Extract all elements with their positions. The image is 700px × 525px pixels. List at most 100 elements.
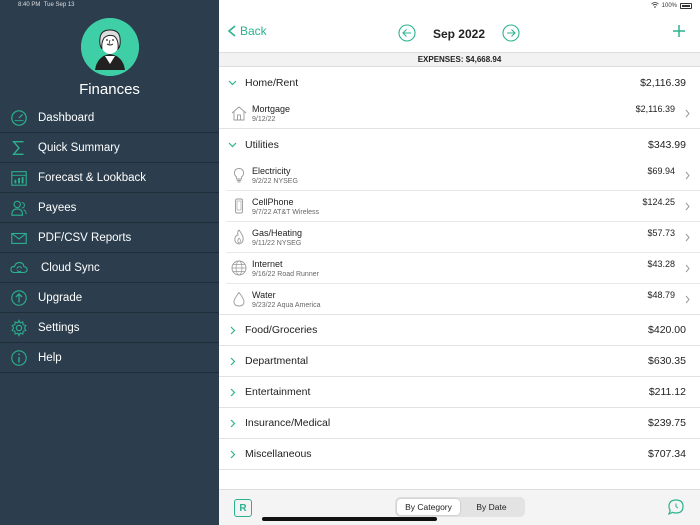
item-name: Internet <box>252 258 283 269</box>
category-amount: $239.75 <box>648 417 686 429</box>
home-indicator <box>262 517 437 521</box>
arrow-left-circle-icon <box>398 24 416 42</box>
sidebar-item-label: PDF/CSV Reports <box>38 231 132 244</box>
item-text: Water 9/23/22 Aqua America <box>252 290 647 309</box>
view-segmented-control: By Category By Date <box>395 497 525 517</box>
item-detail: 9/16/22 Road Runner <box>252 270 319 278</box>
avatar <box>81 18 139 76</box>
month-title: Sep 2022 <box>432 27 486 41</box>
category-miscellaneous[interactable]: Miscellaneous $707.34 <box>219 439 700 470</box>
category-departmental[interactable]: Departmental $630.35 <box>219 346 700 377</box>
sidebar-item-payees[interactable]: Payees <box>0 193 219 223</box>
category-amount: $2,116.39 <box>640 76 686 89</box>
item-amount: $43.28 <box>647 259 675 269</box>
chevron-down-icon <box>219 140 245 149</box>
item-amount: $57.73 <box>647 228 675 238</box>
sidebar-item-upgrade[interactable]: Upgrade <box>0 283 219 313</box>
washington-portrait-icon <box>81 18 139 76</box>
people-icon <box>0 193 38 223</box>
sidebar-item-label: Payees <box>38 201 77 214</box>
expense-item-gas-heating[interactable]: Gas/Heating 9/11/22 NYSEG $57.73 <box>226 222 700 253</box>
battery-icon <box>680 3 692 9</box>
main-panel: Back Sep 2022 EXPENSES: $4,668.94 Home/R… <box>219 0 700 525</box>
sidebar-item-reports[interactable]: PDF/CSV Reports <box>0 223 219 253</box>
chevron-right-icon <box>681 233 693 242</box>
chat-icon[interactable] <box>667 498 685 516</box>
category-amount: $211.12 <box>648 386 686 398</box>
wifi-icon <box>650 2 659 10</box>
back-button[interactable]: Back <box>227 24 267 38</box>
status-bar: 8:40 PM Tue Sep 13 100% <box>0 0 700 12</box>
item-text: Internet 9/16/22 Road Runner <box>252 259 647 278</box>
expense-item-internet[interactable]: Internet 9/16/22 Road Runner $43.28 <box>226 253 700 284</box>
category-amount: $420.00 <box>648 324 686 336</box>
category-name: Home/Rent <box>245 76 299 89</box>
previous-month-button[interactable] <box>398 24 416 42</box>
sidebar-item-label: Quick Summary <box>38 141 120 154</box>
item-text: Mortgage 9/12/22 <box>252 104 636 123</box>
category-name: Miscellaneous <box>245 448 312 460</box>
sidebar-item-settings[interactable]: Settings <box>0 313 219 343</box>
chevron-right-icon <box>681 171 693 180</box>
chevron-right-icon <box>219 450 245 459</box>
sidebar-item-forecast[interactable]: Forecast & Lookback <box>0 163 219 193</box>
chevron-right-icon <box>219 388 245 397</box>
chevron-right-icon <box>219 419 245 428</box>
category-home-rent[interactable]: Home/Rent $2,116.39 <box>219 67 700 98</box>
house-icon <box>226 105 252 121</box>
category-food-groceries[interactable]: Food/Groceries $420.00 <box>219 315 700 346</box>
sidebar-item-quick-summary[interactable]: Quick Summary <box>0 133 219 163</box>
expense-item-water[interactable]: Water 9/23/22 Aqua America $48.79 <box>219 284 700 315</box>
sidebar-item-label: Upgrade <box>38 291 83 304</box>
expense-list: Home/Rent $2,116.39 Mortgage 9/12/22 $2,… <box>219 67 700 470</box>
app-root: 8:40 PM Tue Sep 13 100% Finances Dashboa… <box>0 0 700 525</box>
expense-item-cellphone[interactable]: CellPhone 9/7/22 AT&T Wireless $124.25 <box>226 191 700 222</box>
expense-item-electricity[interactable]: Electricity 9/2/22 NYSEG $69.94 <box>226 160 700 191</box>
chevron-left-icon <box>227 25 236 37</box>
segment-by-date[interactable]: By Date <box>460 499 523 515</box>
sidebar-item-label: Help <box>38 351 62 364</box>
chevron-right-icon <box>219 357 245 366</box>
recurring-button[interactable]: R <box>234 499 252 517</box>
chevron-down-icon <box>219 78 245 87</box>
arrow-up-circle-icon <box>0 283 38 313</box>
sidebar-item-dashboard[interactable]: Dashboard <box>0 103 219 133</box>
category-insurance-medical[interactable]: Insurance/Medical $239.75 <box>219 408 700 439</box>
sidebar-item-help[interactable]: Help <box>0 343 219 373</box>
lightbulb-icon <box>226 167 252 183</box>
battery-percent: 100% <box>661 3 677 9</box>
category-entertainment[interactable]: Entertainment $211.12 <box>219 377 700 408</box>
item-detail: 9/2/22 NYSEG <box>252 177 298 185</box>
item-amount: $48.79 <box>647 290 675 300</box>
cloud-sync-icon <box>0 253 38 283</box>
sidebar-item-label: Cloud Sync <box>41 261 100 274</box>
item-text: Electricity 9/2/22 NYSEG <box>252 166 647 185</box>
item-name: Mortgage <box>252 103 291 114</box>
item-amount: $124.25 <box>642 197 675 207</box>
category-amount: $343.99 <box>648 138 686 151</box>
chevron-right-icon <box>681 264 693 273</box>
globe-icon <box>226 260 252 276</box>
sigma-icon <box>0 133 38 163</box>
expenses-total: EXPENSES: $4,668.94 <box>219 52 700 67</box>
back-label: Back <box>240 24 267 38</box>
chevron-right-icon <box>681 295 693 304</box>
item-name: Electricity <box>252 165 291 176</box>
category-name: Utilities <box>245 138 279 151</box>
item-text: CellPhone 9/7/22 AT&T Wireless <box>252 197 642 216</box>
app-name: Finances <box>79 81 140 98</box>
sidebar-item-label: Dashboard <box>38 111 95 124</box>
expense-item-mortgage[interactable]: Mortgage 9/12/22 $2,116.39 <box>219 98 700 129</box>
category-utilities[interactable]: Utilities $343.99 <box>219 129 700 160</box>
sidebar-item-cloud-sync[interactable]: Cloud Sync <box>0 253 219 283</box>
segment-by-category[interactable]: By Category <box>397 499 460 515</box>
item-detail: 9/23/22 Aqua America <box>252 301 321 309</box>
flame-icon <box>226 229 252 245</box>
add-expense-button[interactable] <box>672 24 686 38</box>
plus-icon <box>673 25 685 37</box>
next-month-button[interactable] <box>502 24 520 42</box>
sidebar-item-label: Settings <box>38 321 80 334</box>
top-bar: Back Sep 2022 <box>219 12 700 52</box>
chevron-right-icon <box>681 202 693 211</box>
item-amount: $69.94 <box>647 166 675 176</box>
